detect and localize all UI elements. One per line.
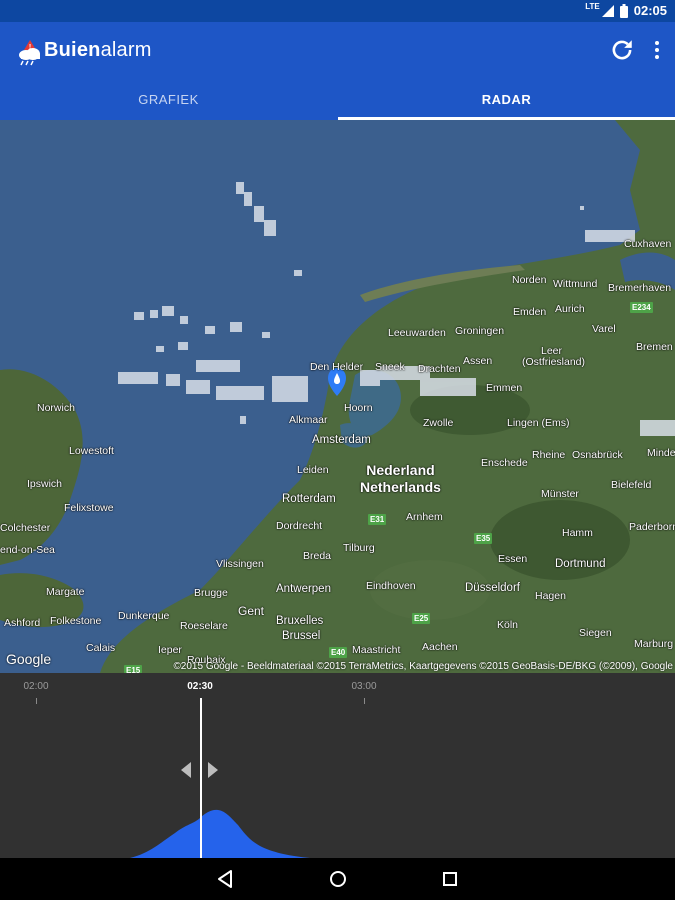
place-label: Ipswich bbox=[27, 478, 63, 490]
place-label: Emden bbox=[513, 306, 547, 318]
signal-icon bbox=[601, 4, 614, 17]
refresh-icon[interactable] bbox=[609, 37, 635, 63]
place-label: Köln bbox=[497, 619, 519, 631]
place-label: Hoorn bbox=[344, 402, 373, 414]
place-label: Drachten bbox=[418, 363, 461, 375]
map-imagery bbox=[0, 120, 675, 673]
place-label: Brugge bbox=[194, 587, 228, 599]
place-label: Aachen bbox=[422, 641, 458, 653]
place-label: Wittmund bbox=[553, 278, 598, 290]
place-label: Norden bbox=[512, 274, 547, 286]
timeline-scrubber-line[interactable] bbox=[200, 698, 202, 858]
place-label: Leiden bbox=[297, 464, 329, 476]
google-logo: Google bbox=[6, 651, 52, 667]
place-label: Hamm bbox=[562, 527, 593, 539]
place-label: Minde bbox=[647, 447, 675, 459]
place-label: Norwich bbox=[37, 402, 75, 414]
place-label: Marburg bbox=[634, 638, 674, 650]
tab-grafiek[interactable]: GRAFIEK bbox=[0, 80, 337, 120]
place-label: Ashford bbox=[4, 617, 41, 629]
place-label: Sneek bbox=[375, 361, 405, 373]
road-badge: E35 bbox=[474, 533, 493, 544]
scrub-forward-icon[interactable] bbox=[208, 762, 218, 778]
place-label: Aurich bbox=[555, 303, 585, 315]
place-label: Hagen bbox=[535, 590, 566, 602]
network-label: LTE bbox=[585, 2, 600, 11]
place-label: Eindhoven bbox=[366, 580, 416, 592]
place-label: (Ostfriesland) bbox=[522, 356, 586, 368]
place-label: Cuxhaven bbox=[624, 238, 672, 250]
place-label: Rheine bbox=[532, 449, 566, 461]
place-label: Dordrecht bbox=[276, 520, 323, 532]
place-label: Maastricht bbox=[352, 644, 401, 656]
rain-intensity-graph bbox=[130, 809, 310, 858]
country-label: Nederland Netherlands bbox=[360, 462, 441, 495]
place-label: Ieper bbox=[158, 644, 182, 656]
clock: 02:05 bbox=[633, 3, 667, 18]
tab-bar: GRAFIEK RADAR bbox=[0, 80, 675, 120]
place-label: Tilburg bbox=[343, 542, 375, 554]
place-label: Dunkerque bbox=[118, 610, 170, 622]
place-label: Leeuwarden bbox=[388, 327, 446, 339]
place-label: Breda bbox=[303, 550, 332, 562]
place-label: Arnhem bbox=[406, 511, 443, 523]
place-label: Folkestone bbox=[50, 615, 102, 627]
recents-icon[interactable] bbox=[438, 867, 462, 891]
road-badge: E31 bbox=[368, 514, 387, 525]
tab-radar[interactable]: RADAR bbox=[338, 80, 675, 120]
place-label: Calais bbox=[86, 642, 116, 654]
place-label: Rotterdam bbox=[282, 493, 336, 505]
road-badge: E40 bbox=[329, 647, 348, 658]
place-label: Den Helder bbox=[310, 361, 364, 373]
place-label: Osnabrück bbox=[572, 449, 623, 461]
road-badge: E234 bbox=[630, 302, 653, 313]
place-label: Amsterdam bbox=[312, 434, 371, 446]
place-label: Alkmaar bbox=[289, 414, 328, 426]
battery-icon bbox=[619, 3, 628, 18]
place-label: Siegen bbox=[579, 627, 612, 639]
place-label: Lingen (Ems) bbox=[507, 417, 570, 429]
place-label: Zwolle bbox=[423, 417, 454, 429]
place-label: Essen bbox=[498, 553, 528, 565]
place-label: Felixstowe bbox=[64, 502, 114, 514]
place-label: Gent bbox=[238, 604, 265, 618]
place-label: Enschede bbox=[481, 457, 528, 469]
scrub-back-icon[interactable] bbox=[181, 762, 191, 778]
home-icon[interactable] bbox=[326, 867, 350, 891]
radar-timeline[interactable]: 02:00 02:30 03:00 bbox=[0, 673, 675, 858]
place-label: Vlissingen bbox=[216, 558, 264, 570]
system-navigation-bar bbox=[0, 858, 675, 900]
place-label: Antwerpen bbox=[276, 583, 331, 595]
place-label: Bremen bbox=[636, 341, 673, 353]
road-badge: E15 bbox=[124, 665, 143, 673]
place-label: Bielefeld bbox=[611, 479, 652, 491]
road-badge: E25 bbox=[412, 613, 431, 624]
place-label: Roeselare bbox=[180, 620, 228, 632]
place-label: Margate bbox=[46, 586, 85, 598]
place-label: Bruxelles bbox=[276, 615, 324, 627]
place-label: end-on-Sea bbox=[0, 544, 55, 556]
place-label: Assen bbox=[463, 355, 493, 367]
place-label: Münster bbox=[541, 488, 579, 500]
place-label: Emmen bbox=[486, 382, 523, 394]
radar-map[interactable]: Norden Wittmund Bremerhaven Cuxhaven Emd… bbox=[0, 120, 675, 673]
app-bar: ! Buienalarm bbox=[0, 22, 675, 80]
place-label: Groningen bbox=[455, 325, 505, 337]
place-label: Colchester bbox=[0, 522, 51, 534]
place-label: Brussel bbox=[282, 630, 321, 642]
place-label: Bremerhaven bbox=[608, 282, 672, 294]
back-icon[interactable] bbox=[213, 867, 237, 891]
overflow-menu-icon[interactable] bbox=[653, 38, 661, 62]
place-label: Varel bbox=[592, 323, 616, 335]
place-label: Düsseldorf bbox=[465, 582, 520, 594]
place-label: Dortmund bbox=[555, 558, 606, 570]
place-label: Lowestoft bbox=[69, 445, 114, 457]
logo-cloud-icon: ! bbox=[19, 40, 40, 66]
app-title: Buienalarm bbox=[44, 39, 152, 61]
place-label: Paderborn bbox=[629, 521, 675, 533]
map-attribution: ©2015 Google - Beeldmateriaal ©2015 Terr… bbox=[173, 661, 673, 672]
status-bar: LTE 02:05 bbox=[0, 0, 675, 22]
